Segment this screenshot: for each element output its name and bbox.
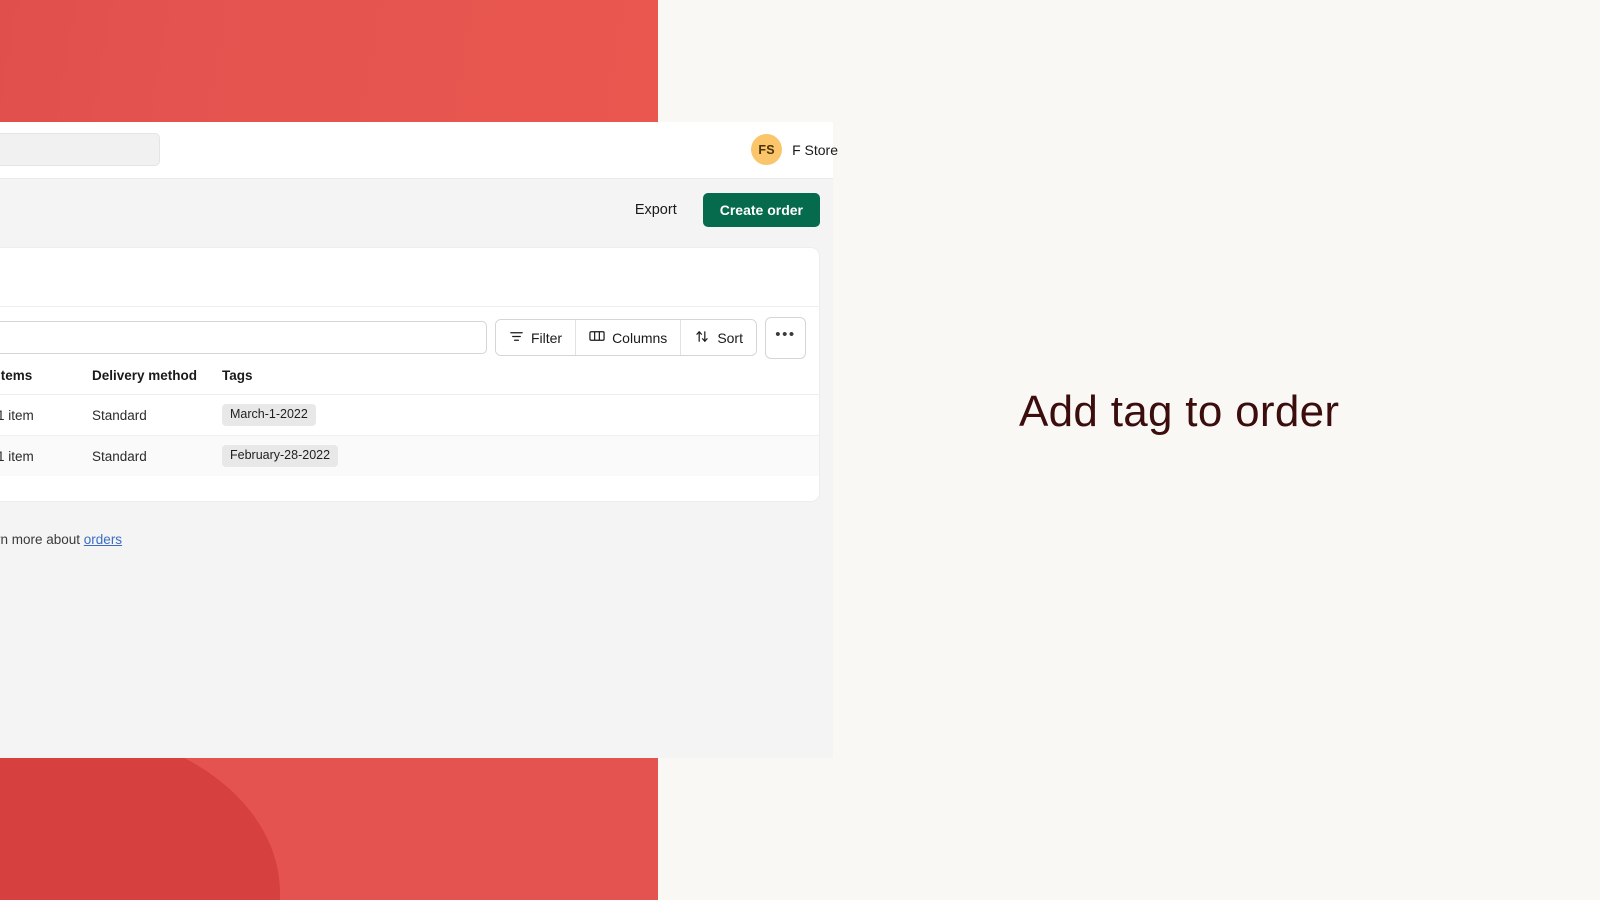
- table-tool-group: Filter Columns Sort: [494, 319, 757, 356]
- cell-delivery-method: Standard: [92, 435, 222, 476]
- account-name: F Store: [792, 141, 838, 158]
- create-order-button[interactable]: Create order: [702, 192, 820, 227]
- page-action-bar: Export Create order: [0, 179, 833, 240]
- column-header-items[interactable]: Items: [0, 368, 92, 395]
- orders-card: Filter Columns Sort ••• Items Delivery m…: [0, 247, 820, 502]
- orders-table: Items Delivery method Tags 1 item Standa…: [0, 368, 819, 476]
- screen-root: FS F Store Export Create order Filter Co…: [0, 0, 1600, 900]
- cell-tags: February-28-2022: [222, 435, 819, 476]
- decorative-red-banner-top: [0, 0, 658, 122]
- account-menu[interactable]: FS F Store: [751, 134, 838, 165]
- sort-button[interactable]: Sort: [681, 320, 756, 355]
- columns-icon: [589, 329, 605, 346]
- sort-icon: [694, 329, 710, 347]
- caption-text: Add tag to order: [1019, 387, 1340, 436]
- table-row[interactable]: 1 item Standard February-28-2022: [0, 435, 819, 476]
- column-header-tags[interactable]: Tags: [222, 368, 819, 395]
- filter-icon: [509, 329, 524, 347]
- decorative-red-banner-bottom: [0, 758, 658, 900]
- orders-help-link[interactable]: orders: [84, 532, 122, 547]
- more-options-button[interactable]: •••: [765, 316, 806, 359]
- column-header-delivery-method[interactable]: Delivery method: [92, 368, 222, 395]
- table-header: Items Delivery method Tags: [0, 368, 819, 395]
- filter-label: Filter: [530, 329, 563, 346]
- table-bottom-padding: [0, 476, 819, 501]
- tag-chip[interactable]: February-28-2022: [222, 445, 339, 467]
- cell-items: 1 item: [0, 394, 92, 436]
- columns-label: Columns: [612, 329, 668, 346]
- app-window: FS F Store Export Create order Filter Co…: [0, 122, 838, 758]
- table-toolbar: Filter Columns Sort •••: [0, 307, 819, 368]
- search-input[interactable]: [0, 321, 487, 354]
- app-header: FS F Store: [0, 122, 838, 179]
- footer-help-text: rn more about orders: [0, 532, 820, 547]
- cell-items: 1 item: [0, 435, 92, 476]
- tag-chip[interactable]: March-1-2022: [222, 404, 316, 426]
- export-button[interactable]: Export: [629, 195, 683, 225]
- decorative-swoosh-shape: [0, 758, 280, 900]
- columns-button[interactable]: Columns: [576, 320, 682, 355]
- table-row[interactable]: 1 item Standard March-1-2022: [0, 394, 819, 436]
- footer-text: rn more about: [0, 532, 84, 547]
- cell-delivery-method: Standard: [92, 394, 222, 436]
- cell-tags: March-1-2022: [222, 394, 819, 436]
- table-header-row: Items Delivery method Tags: [0, 368, 819, 395]
- filter-button[interactable]: Filter: [495, 320, 577, 355]
- card-tabs-strip: [0, 248, 819, 307]
- avatar: FS: [751, 134, 783, 165]
- sort-label: Sort: [717, 329, 743, 346]
- header-search-input[interactable]: [0, 133, 160, 166]
- table-body: 1 item Standard March-1-2022 1 item Stan…: [0, 394, 819, 476]
